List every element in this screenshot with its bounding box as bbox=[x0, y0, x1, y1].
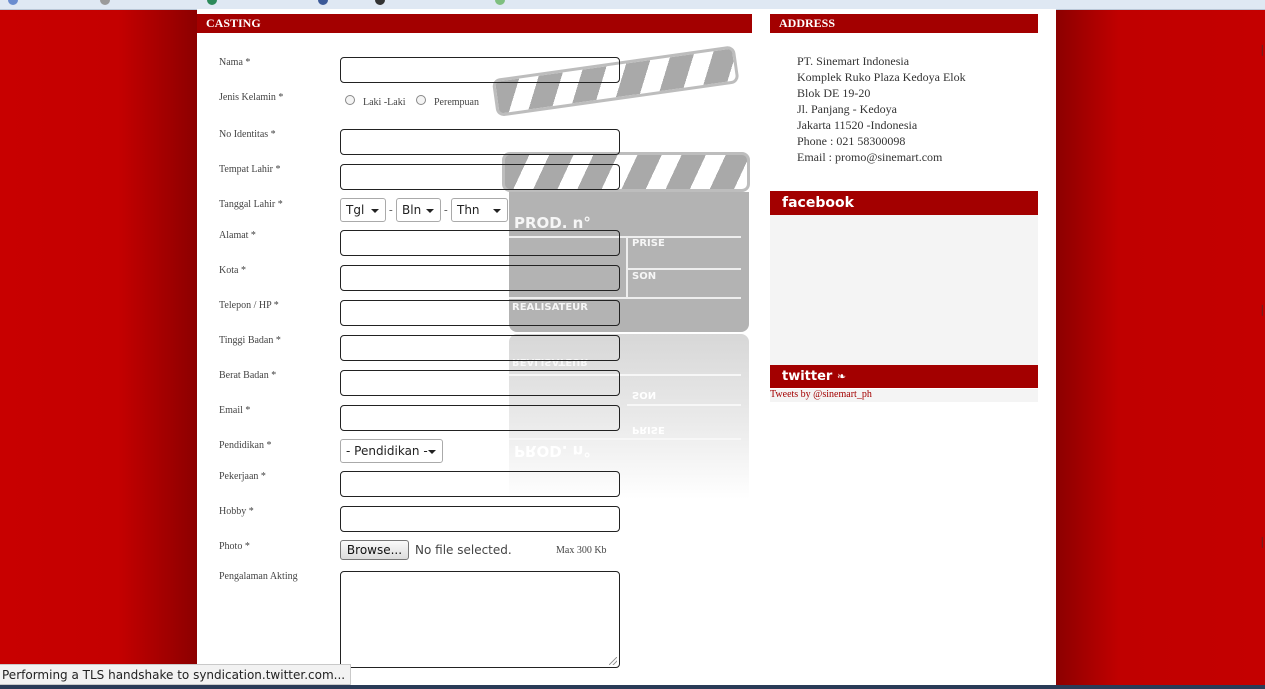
background-left bbox=[0, 0, 197, 689]
bookmark-icon bbox=[495, 0, 505, 5]
scroll-marker: │ bbox=[1259, 537, 1265, 547]
twitter-logo-text: twitter bbox=[782, 369, 833, 384]
twitter-bird-icon: ❧ bbox=[836, 370, 847, 383]
bookmark-icon bbox=[100, 0, 110, 5]
address-header: ADDRESS bbox=[770, 14, 1038, 33]
facebook-bookmark-icon bbox=[318, 0, 328, 5]
scroll-marker: │ bbox=[1259, 305, 1265, 315]
pendidikan-select[interactable]: - Pendidikan - bbox=[340, 439, 443, 463]
label-kota: Kota * bbox=[219, 265, 246, 276]
pengalaman-akting-textarea[interactable] bbox=[340, 571, 620, 668]
gender-label-laki-laki: Laki -Laki bbox=[363, 97, 406, 108]
nama-input[interactable] bbox=[340, 57, 620, 83]
clapper-line bbox=[509, 297, 741, 299]
taskbar-edge bbox=[0, 685, 1265, 689]
bookmark-icon bbox=[8, 0, 18, 5]
casting-header: CASTING bbox=[197, 14, 752, 33]
no-identitas-input[interactable] bbox=[340, 129, 620, 155]
address-line: Blok DE 19-20 bbox=[797, 86, 871, 100]
no-file-text: No file selected. bbox=[415, 543, 512, 557]
address-line: Jakarta 11520 -Indonesia bbox=[797, 118, 918, 132]
berat-badan-input[interactable] bbox=[340, 370, 620, 396]
tweets-by-link[interactable]: Tweets by @sinemart_ph bbox=[770, 389, 872, 400]
tempat-lahir-input[interactable] bbox=[340, 164, 620, 190]
tanggal-month-select[interactable]: Bln bbox=[396, 198, 441, 222]
address-line: Jl. Panjang - Kedoya bbox=[797, 102, 897, 116]
tanggal-day-value: Tgl bbox=[346, 203, 365, 217]
twitter-header: twitter ❧ bbox=[770, 365, 1038, 388]
facebook-widget bbox=[770, 215, 1038, 365]
clapper-reflect-prod: PROD. n° bbox=[514, 442, 591, 460]
chevron-down-icon bbox=[493, 209, 501, 213]
label-pekerjaan: Pekerjaan * bbox=[219, 471, 266, 482]
pendidikan-value: - Pendidikan - bbox=[346, 444, 428, 458]
address-line: Komplek Ruko Plaza Kedoya Elok bbox=[797, 70, 966, 84]
address-email: Email : promo@sinemart.com bbox=[797, 150, 943, 164]
label-hobby: Hobby * bbox=[219, 506, 254, 517]
browser-status-bar: Performing a TLS handshake to syndicatio… bbox=[0, 664, 352, 685]
facebook-logo-text: facebook bbox=[782, 195, 854, 211]
clapper-line bbox=[626, 236, 628, 297]
telepon-input[interactable] bbox=[340, 300, 620, 326]
label-tempat-lahir: Tempat Lahir * bbox=[219, 164, 281, 175]
label-pendidikan: Pendidikan * bbox=[219, 440, 272, 451]
clapper-line bbox=[509, 438, 741, 440]
alamat-input[interactable] bbox=[340, 230, 620, 256]
page-content: CASTING ADDRESS PROD. n° PRISE SON REALI… bbox=[197, 9, 1056, 689]
label-photo: Photo * bbox=[219, 541, 250, 552]
date-separator: - bbox=[389, 204, 393, 216]
facebook-header: facebook bbox=[770, 191, 1038, 215]
label-tinggi-badan: Tinggi Badan * bbox=[219, 335, 281, 346]
label-berat-badan: Berat Badan * bbox=[219, 370, 277, 381]
date-separator: - bbox=[444, 204, 448, 216]
address-phone: Phone : 021 58300098 bbox=[797, 134, 906, 148]
tinggi-badan-input[interactable] bbox=[340, 335, 620, 361]
clapper-line bbox=[627, 404, 741, 406]
clapper-reflect-son: SON bbox=[632, 389, 657, 400]
address-line: PT. Sinemart Indonesia bbox=[797, 54, 910, 68]
tanggal-day-select[interactable]: Tgl bbox=[340, 198, 386, 222]
resize-grip-icon[interactable] bbox=[609, 657, 617, 665]
browse-button[interactable]: Browse... bbox=[340, 540, 409, 560]
gender-radio-perempuan[interactable] bbox=[416, 95, 426, 105]
tanggal-month-value: Bln bbox=[402, 203, 422, 217]
hobby-input[interactable] bbox=[340, 506, 620, 532]
chevron-down-icon bbox=[371, 209, 379, 213]
kota-input[interactable] bbox=[340, 265, 620, 291]
chevron-down-icon bbox=[428, 450, 436, 454]
background-right bbox=[1056, 0, 1265, 689]
label-nama: Nama * bbox=[219, 57, 251, 68]
tanggal-year-select[interactable]: Thn bbox=[451, 198, 508, 222]
label-telepon: Telepon / HP * bbox=[219, 300, 279, 311]
label-tanggal-lahir: Tanggal Lahir * bbox=[219, 199, 283, 210]
gender-label-perempuan: Perempuan bbox=[434, 97, 479, 108]
label-no-identitas: No Identitas * bbox=[219, 129, 276, 140]
label-pengalaman-akting: Pengalaman Akting bbox=[219, 571, 298, 582]
label-jenis-kelamin: Jenis Kelamin * bbox=[219, 92, 284, 103]
email-input[interactable] bbox=[340, 405, 620, 431]
tanggal-year-value: Thn bbox=[457, 203, 480, 217]
label-email: Email * bbox=[219, 405, 251, 416]
address-block: PT. Sinemart Indonesia Komplek Ruko Plaz… bbox=[797, 53, 966, 165]
clapper-line bbox=[627, 268, 741, 270]
clapper-reflect-prise: PRISE bbox=[632, 424, 665, 435]
bookmark-icon bbox=[375, 0, 385, 5]
bookmark-icon bbox=[207, 0, 217, 5]
clapper-son-text: SON bbox=[632, 271, 657, 282]
label-alamat: Alamat * bbox=[219, 230, 256, 241]
chevron-down-icon bbox=[426, 209, 434, 213]
scroll-marker: │ bbox=[1259, 45, 1265, 55]
max-size-note: Max 300 Kb bbox=[556, 545, 607, 556]
gender-radio-laki-laki[interactable] bbox=[345, 95, 355, 105]
pekerjaan-input[interactable] bbox=[340, 471, 620, 497]
clapper-prise-text: PRISE bbox=[632, 238, 665, 249]
